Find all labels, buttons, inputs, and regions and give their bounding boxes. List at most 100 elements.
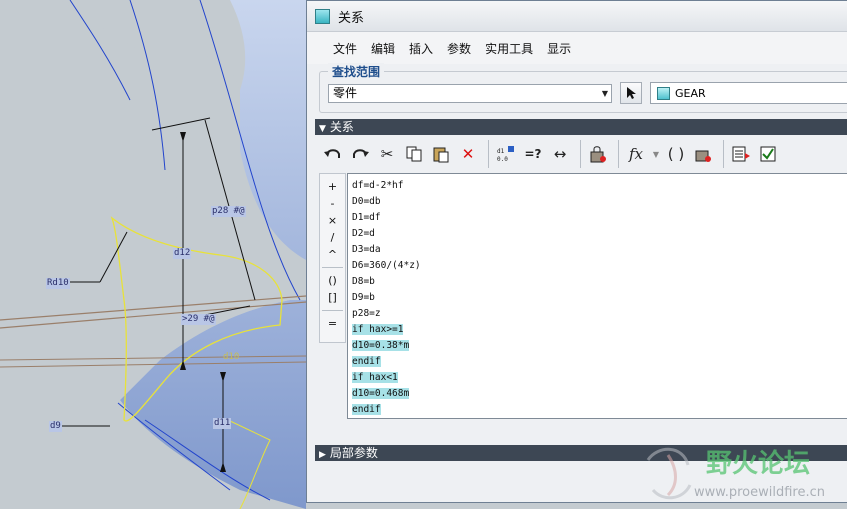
look-in-legend: 查找范围: [328, 63, 385, 80]
verify-relations-button[interactable]: [756, 142, 780, 166]
svg-text:0.0: 0.0: [497, 156, 508, 163]
code-text: if hax>=1: [352, 324, 404, 335]
operator-minus-button[interactable]: -: [320, 195, 345, 212]
window-title: 关系: [338, 10, 365, 26]
dropdown-arrow-icon[interactable]: ▼: [602, 85, 608, 102]
title-bar[interactable]: 关系: [307, 1, 847, 32]
code-text: if hax<1: [352, 372, 398, 383]
model-field[interactable]: GEAR: [650, 82, 847, 104]
cad-dim-d10[interactable]: d10: [222, 352, 240, 363]
code-text: D9=b: [352, 292, 375, 303]
operator-plus-button[interactable]: +: [320, 178, 345, 195]
operator-multiply-button[interactable]: ×: [320, 212, 345, 229]
cad-dim-rd10[interactable]: Rd10: [46, 278, 70, 289]
operator-equals-button[interactable]: =: [320, 315, 345, 332]
insert-dimension-button[interactable]: ↔: [548, 142, 572, 166]
insert-function-button[interactable]: fx: [624, 142, 648, 166]
watermark-name: 野火论坛: [706, 449, 810, 479]
operator-separator: [322, 310, 343, 311]
evaluate-button[interactable]: =?: [521, 142, 545, 166]
copy-button[interactable]: [402, 142, 426, 166]
redo-button[interactable]: [348, 142, 372, 166]
code-text: D3=da: [352, 244, 381, 255]
code-line[interactable]: D9=b: [352, 290, 847, 306]
code-line[interactable]: D6=360/(4*z): [352, 258, 847, 274]
redo-icon: [353, 149, 369, 158]
list-document-icon: [732, 146, 750, 162]
toolbar-separator: [488, 140, 489, 168]
code-text: D1=df: [352, 212, 381, 223]
chevron-down-icon: ▼: [652, 149, 660, 159]
app-icon: [315, 8, 330, 24]
operator-brackets-button[interactable]: []: [320, 289, 345, 306]
code-line[interactable]: D2=d: [352, 226, 847, 242]
code-text: p28=z: [352, 308, 381, 319]
relations-section-header[interactable]: ▼ 关系: [315, 119, 847, 135]
code-text: d10=0.468m: [352, 388, 410, 399]
code-line[interactable]: D1=df: [352, 210, 847, 226]
sort-relations-button[interactable]: d1 0.0: [494, 142, 518, 166]
menu-file[interactable]: 文件: [333, 40, 357, 57]
local-params-label: 局部参数: [329, 446, 378, 460]
menu-bar: 文件 编辑 插入 参数 实用工具 显示: [307, 32, 847, 64]
code-line-selected[interactable]: endif: [352, 354, 847, 370]
code-line-selected[interactable]: endif: [352, 402, 847, 418]
code-line-selected[interactable]: d10=0.38*m: [352, 338, 847, 354]
cut-button[interactable]: ✂: [375, 142, 399, 166]
code-line-selected[interactable]: d10=0.468m: [352, 386, 847, 402]
function-dropdown[interactable]: ▼: [651, 142, 661, 166]
function-fx-icon: fx: [628, 145, 643, 163]
part-icon: [657, 86, 670, 100]
unit-sensitive-button[interactable]: [691, 142, 715, 166]
operator-separator: [322, 267, 343, 268]
operator-divide-button[interactable]: /: [320, 229, 345, 246]
relations-toolbar: ✂ ✕ d1 0.0 =? ↔ fx ▼ ( ): [321, 137, 847, 171]
dimension-arrow-icon: ↔: [553, 145, 567, 163]
code-line[interactable]: D3=da: [352, 242, 847, 258]
code-line-selected[interactable]: if hax>=1: [352, 322, 847, 338]
look-in-value: 零件: [333, 86, 358, 100]
evaluate-icon: =?: [524, 147, 542, 161]
menu-utilities[interactable]: 实用工具: [485, 40, 533, 57]
code-text: D6=360/(4*z): [352, 260, 421, 271]
code-line[interactable]: D0=db: [352, 194, 847, 210]
code-line[interactable]: p28=z: [352, 306, 847, 322]
cad-dim-p29[interactable]: >29 #@: [181, 314, 216, 325]
menu-parameters[interactable]: 参数: [447, 40, 471, 57]
delete-button[interactable]: ✕: [456, 142, 480, 166]
toolbar-separator: [580, 140, 581, 168]
code-line[interactable]: D8=b: [352, 274, 847, 290]
cad-dim-p28[interactable]: p28 #@: [211, 206, 246, 217]
undo-button[interactable]: [321, 142, 345, 166]
menu-edit[interactable]: 编辑: [371, 40, 395, 57]
code-line-selected[interactable]: if hax<1: [352, 370, 847, 386]
menu-display[interactable]: 显示: [547, 40, 571, 57]
toolbar-separator: [618, 140, 619, 168]
expand-triangle-icon: ▶: [319, 450, 326, 460]
cursor-arrow-icon: [627, 87, 636, 99]
toolbar-separator: [723, 140, 724, 168]
select-pointer-button[interactable]: [620, 82, 642, 104]
code-text: endif: [352, 356, 381, 367]
look-in-dropdown[interactable]: 零件 ▼: [328, 84, 612, 103]
code-text: d10=0.38*m: [352, 340, 410, 351]
code-text: D0=db: [352, 196, 381, 207]
forum-watermark: 野火论坛 www.proewildfire.cn: [646, 447, 825, 500]
lock-parameter-button[interactable]: [586, 142, 610, 166]
operator-parentheses-button[interactable]: (): [320, 272, 345, 289]
copy-icon: [406, 146, 422, 162]
code-text: endif: [352, 404, 381, 415]
cad-dim-d9[interactable]: d9: [49, 421, 62, 432]
cad-dim-d11[interactable]: d11: [213, 418, 232, 429]
cad-dim-d12[interactable]: d12: [173, 248, 192, 259]
brackets-button[interactable]: ( ): [664, 142, 688, 166]
relations-header-label: 关系: [329, 120, 354, 134]
paste-button[interactable]: [429, 142, 453, 166]
operator-power-button[interactable]: ^: [320, 246, 345, 263]
paste-icon: [433, 147, 449, 163]
code-line[interactable]: df=d-2*hf: [352, 178, 847, 194]
relations-editor[interactable]: df=d-2*hf D0=db D1=df D2=d D3=da D6=360/…: [347, 173, 847, 419]
menu-insert[interactable]: 插入: [409, 40, 433, 57]
delete-x-icon: ✕: [461, 145, 475, 163]
show-relations-button[interactable]: [729, 142, 753, 166]
